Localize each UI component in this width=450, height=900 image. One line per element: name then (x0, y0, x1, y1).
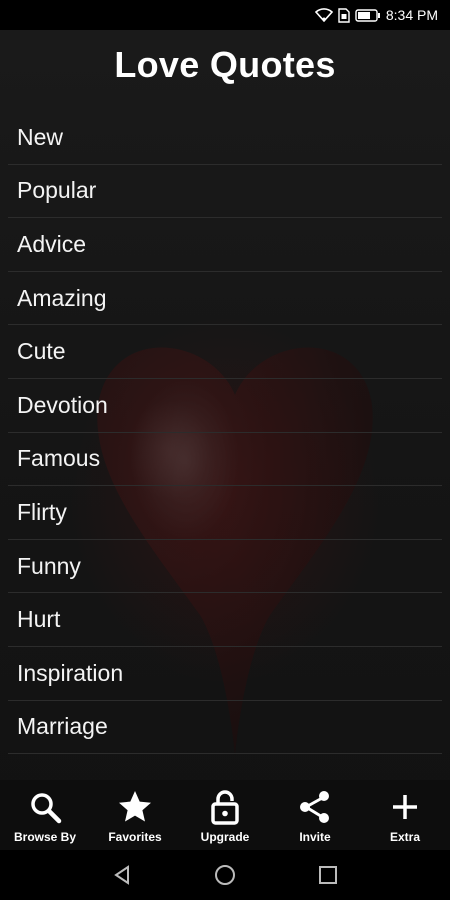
back-icon (113, 865, 129, 885)
system-nav-bar (0, 850, 450, 900)
extra-button[interactable]: Extra (360, 780, 450, 844)
upgrade-button[interactable]: Upgrade (180, 780, 270, 844)
sim-icon (338, 7, 350, 23)
home-icon (214, 865, 235, 885)
browse-by-button[interactable]: Browse By (0, 780, 90, 844)
favorites-button[interactable]: Favorites (90, 780, 180, 844)
category-item-popular[interactable]: Popular (8, 165, 442, 219)
share-icon (297, 789, 333, 825)
page-title: Love Quotes (114, 44, 336, 85)
nav-label: Upgrade (200, 830, 250, 844)
star-icon (117, 789, 153, 825)
app-screen: 8:34 PM Love Quotes New Popular Advice Amaz… (0, 0, 450, 900)
status-bar: 8:34 PM (0, 0, 450, 30)
category-item-advice[interactable]: Advice (8, 218, 442, 272)
category-item-funny[interactable]: Funny (8, 540, 442, 594)
recents-icon (319, 866, 338, 884)
status-time: 8:34 PM (385, 7, 438, 23)
category-item-flirty[interactable]: Flirty (8, 486, 442, 540)
recents-button[interactable] (313, 860, 343, 890)
nav-label: Invite (299, 830, 331, 844)
battery-icon (355, 8, 380, 22)
category-item-cute[interactable]: Cute (8, 325, 442, 379)
back-button[interactable] (107, 860, 137, 890)
invite-button[interactable]: Invite (270, 780, 360, 844)
nav-label: Browse By (13, 830, 77, 844)
category-item-famous[interactable]: Famous (8, 433, 442, 487)
plus-icon (387, 789, 423, 825)
home-button[interactable] (210, 860, 240, 890)
category-item-amazing[interactable]: Amazing (8, 272, 442, 326)
nav-label: Favorites (108, 830, 162, 844)
bottom-nav: Browse By Favorites Upgrade Invite Extra (0, 780, 450, 850)
category-item-new[interactable]: New (8, 111, 442, 165)
category-item-devotion[interactable]: Devotion (8, 379, 442, 433)
wifi-icon (314, 8, 333, 22)
lock-icon (207, 789, 243, 825)
search-icon (27, 789, 63, 825)
category-list: New Popular Advice Amazing Cute Devotion Famou… (8, 111, 442, 755)
nav-label: Extra (389, 830, 421, 844)
category-item-marriage[interactable]: Marriage (8, 701, 442, 755)
category-item-inspiration[interactable]: Inspiration (8, 647, 442, 701)
category-item-hurt[interactable]: Hurt (8, 593, 442, 647)
